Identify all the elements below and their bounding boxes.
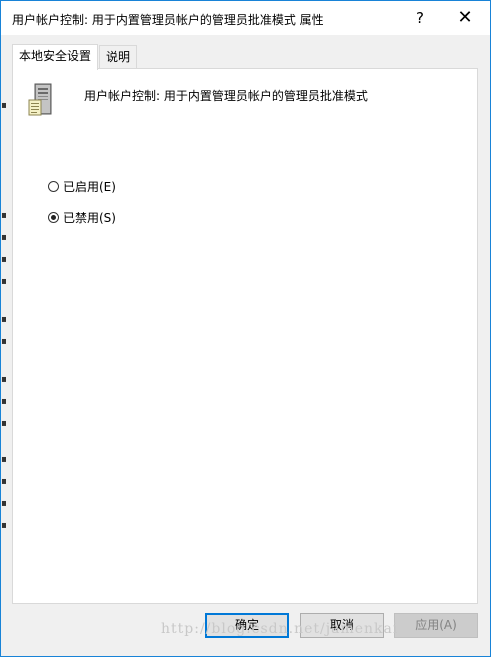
background-window-edge: ▪ ▪ ▪ ▪ ▪ ▪ ▪ ▪ ▪ ▪ ▪ ▪ ▪ ▪: [1, 35, 6, 595]
background-fragment: ▪: [1, 477, 6, 487]
background-fragment: ▪: [1, 101, 6, 111]
background-fragment: ▪: [1, 211, 6, 221]
policy-name: 用户帐户控制: 用于内置管理员帐户的管理员批准模式: [84, 89, 368, 103]
disabled-radio[interactable]: [48, 211, 59, 223]
ok-button[interactable]: 确定: [205, 613, 289, 638]
tab-panel: 用户帐户控制: 用于内置管理员帐户的管理员批准模式 已启用(E) 已禁用(S): [12, 68, 478, 604]
enabled-option[interactable]: 已启用(E): [48, 177, 116, 195]
background-fragment: ▪: [1, 255, 6, 265]
server-icon: [28, 83, 52, 116]
background-fragment: ▪: [1, 521, 6, 531]
properties-dialog: 用户帐户控制: 用于内置管理员帐户的管理员批准模式 属性 ? ✕ ▪ ▪ ▪ ▪…: [0, 0, 491, 657]
background-fragment: ▪: [1, 337, 6, 347]
tab-local-security-setting[interactable]: 本地安全设置: [12, 44, 99, 70]
disabled-label[interactable]: 已禁用(S): [63, 209, 116, 226]
background-fragment: ▪: [1, 233, 6, 243]
enabled-radio[interactable]: [48, 180, 59, 192]
window-title: 用户帐户控制: 用于内置管理员帐户的管理员批准模式 属性: [12, 13, 324, 27]
background-fragment: ▪: [1, 419, 6, 429]
background-fragment: ▪: [1, 277, 6, 287]
enabled-label[interactable]: 已启用(E): [63, 178, 116, 195]
background-fragment: ▪: [1, 455, 6, 465]
disabled-option[interactable]: 已禁用(S): [48, 208, 116, 226]
tab-explain[interactable]: 说明: [99, 45, 138, 68]
apply-button[interactable]: 应用(A): [394, 613, 478, 638]
background-fragment: ▪: [1, 315, 6, 325]
background-fragment: ▪: [1, 397, 6, 407]
title-bar: 用户帐户控制: 用于内置管理员帐户的管理员批准模式 属性 ? ✕: [1, 1, 490, 35]
background-fragment: ▪: [1, 499, 6, 509]
background-fragment: ▪: [1, 375, 6, 385]
close-button[interactable]: ✕: [442, 1, 488, 35]
cancel-button[interactable]: 取消: [300, 613, 384, 638]
help-button[interactable]: ?: [397, 1, 443, 35]
